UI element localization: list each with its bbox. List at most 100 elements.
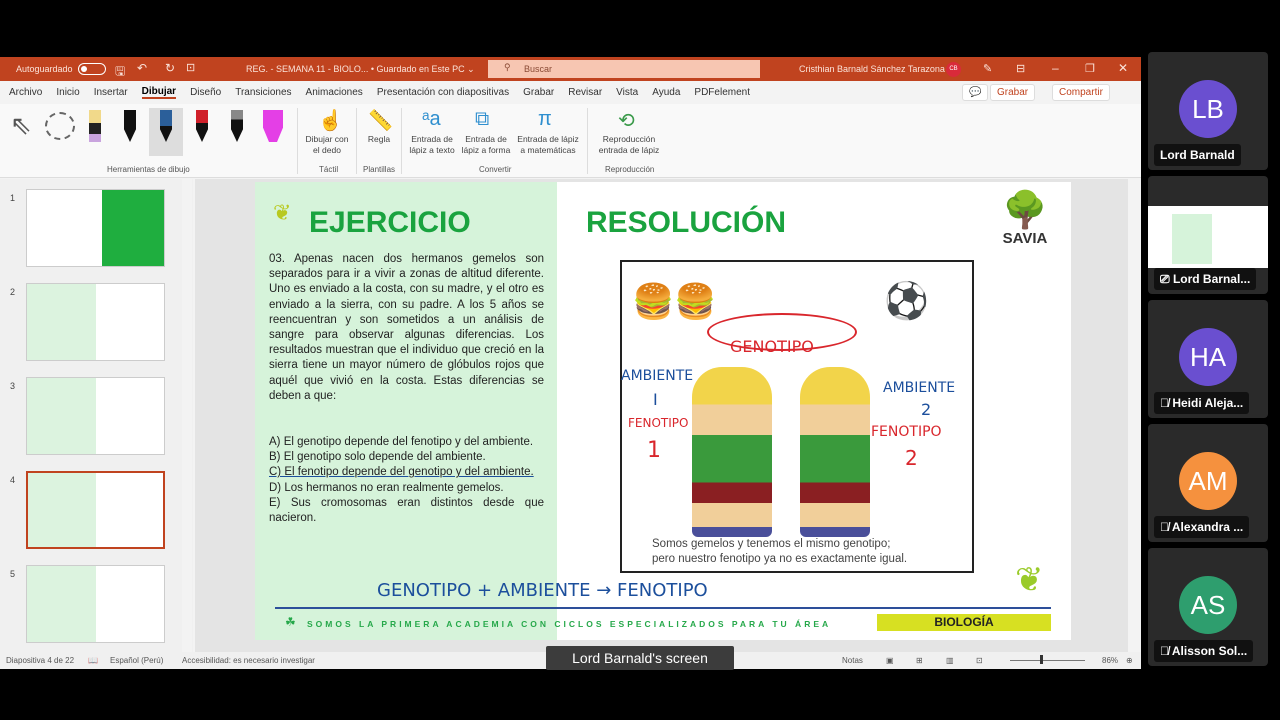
tab-dibujar[interactable]: Dibujar <box>141 86 177 99</box>
thumbnail-number: 3 <box>10 381 16 391</box>
highlighter-pink-icon[interactable] <box>263 110 283 142</box>
slideshow-icon[interactable]: ⊡ <box>976 656 983 665</box>
participant-name: Heidi Aleja... <box>1172 396 1244 410</box>
participant-tile[interactable]: AM 🎙̸ Alexandra ... <box>1148 424 1268 542</box>
slide-thumbnail[interactable] <box>26 565 165 643</box>
share-button[interactable]: Compartir <box>1052 84 1110 101</box>
minimize-icon[interactable]: – <box>1052 61 1059 75</box>
search-input[interactable]: ⚲ Buscar <box>488 60 760 78</box>
tab-diseo[interactable]: Diseño <box>190 87 221 98</box>
participant-tile[interactable]: LB Lord Barnald <box>1148 52 1268 170</box>
tab-pdfelement[interactable]: PDFelement <box>694 87 750 98</box>
ink-to-shape-button[interactable]: Entrada de lápiz a forma <box>459 134 513 156</box>
zoom-slider[interactable] <box>1010 660 1085 661</box>
slide-scrollbar[interactable] <box>1129 179 1139 653</box>
normal-view-icon[interactable]: ▣ <box>886 656 894 665</box>
zoom-slider-thumb[interactable] <box>1040 655 1043 664</box>
pen-icon[interactable]: ✎ <box>983 62 992 75</box>
select-arrow-icon[interactable]: ⇖ <box>10 110 32 141</box>
finger-icon[interactable]: ☝ <box>318 108 343 133</box>
pen-black-icon[interactable] <box>124 110 136 142</box>
tab-archivo[interactable]: Archivo <box>9 87 42 98</box>
thumbnail-number: 4 <box>10 475 16 485</box>
user-avatar[interactable]: CB <box>946 62 961 77</box>
tab-presentacincondiapositivas[interactable]: Presentación con diapositivas <box>377 87 509 98</box>
slide-sorter-icon[interactable]: ⊞ <box>916 656 923 665</box>
answer-options: A) El genotipo depende del fenotipo y de… <box>269 435 544 526</box>
slide-thumbnail[interactable] <box>26 471 165 549</box>
tab-grabar[interactable]: Grabar <box>523 87 554 98</box>
ink-to-math-icon[interactable]: π <box>538 108 552 131</box>
spellcheck-icon[interactable]: 📖 <box>88 656 98 665</box>
ink-to-text-button[interactable]: Entrada de lápiz a texto <box>405 134 459 156</box>
comment-button[interactable]: 💬 <box>962 84 989 101</box>
divider-line <box>275 607 1051 609</box>
undo-icon[interactable]: ↶ <box>137 61 147 75</box>
search-placeholder: Buscar <box>524 64 553 74</box>
group-label-tools: Herramientas de dibujo <box>107 165 190 174</box>
slide: ❦ EJERCICIO RESOLUCIÓN 🌳 SAVIA 03. Apena… <box>255 182 1071 640</box>
participant-tile[interactable]: ⎚ Lord Barnal... <box>1148 176 1268 294</box>
pen-blue-selected[interactable] <box>149 108 183 156</box>
slide-thumbnail[interactable] <box>26 189 165 267</box>
thumbnails-scrollbar[interactable] <box>182 179 192 653</box>
present-icon[interactable]: ⊡ <box>186 61 195 74</box>
ink-to-shape-icon[interactable]: ⧉ <box>475 108 489 131</box>
logo-text: SAVIA <box>1002 230 1048 247</box>
muted-mic-icon: 🎙̸ <box>1160 396 1173 410</box>
participant-name-tag: Lord Barnald <box>1154 144 1241 166</box>
tab-revisar[interactable]: Revisar <box>568 87 602 98</box>
slide-thumbnails-panel: 1 2 3 4 5 <box>0 179 193 653</box>
tab-insertar[interactable]: Insertar <box>94 87 128 98</box>
pen-red-icon[interactable] <box>196 110 208 142</box>
ruler-button[interactable]: Regla <box>360 134 398 145</box>
close-icon[interactable]: ✕ <box>1118 61 1128 75</box>
accessibility-status[interactable]: Accesibilidad: es necesario investigar <box>182 656 315 665</box>
highlighter-yellow-icon[interactable] <box>89 110 101 142</box>
tab-transiciones[interactable]: Transiciones <box>235 87 291 98</box>
option-b: B) El genotipo solo depende del ambiente… <box>269 451 486 464</box>
slide-thumbnail[interactable] <box>26 283 165 361</box>
exercise-title: EJERCICIO <box>309 206 471 239</box>
ink-to-text-icon[interactable]: ᵃa <box>422 108 441 131</box>
maximize-icon[interactable]: ❐ <box>1085 62 1095 75</box>
record-button[interactable]: Grabar <box>990 84 1036 101</box>
notes-button[interactable]: Notas <box>842 656 863 665</box>
ink-replay-button[interactable]: Reproducción entrada de lápiz <box>592 134 666 156</box>
participant-tile[interactable]: HA 🎙̸ Heidi Aleja... <box>1148 300 1268 418</box>
ruler-icon[interactable]: 📏 <box>368 108 393 133</box>
fit-slide-icon[interactable]: ⊕ <box>1126 656 1133 665</box>
slide-thumbnail[interactable] <box>26 377 165 455</box>
thumbnail-number: 5 <box>10 569 16 579</box>
group-label-touch: Táctil <box>319 165 339 174</box>
ink-ambiente-1: AMBIENTE <box>621 368 694 384</box>
tab-ayuda[interactable]: Ayuda <box>652 87 680 98</box>
autosave-toggle[interactable] <box>78 63 106 75</box>
illustration-caption: Somos gemelos y tenemos el mismo genotip… <box>652 537 907 567</box>
ink-fenotipo-1: FENOTIPO <box>628 416 689 430</box>
tab-vista[interactable]: Vista <box>616 87 638 98</box>
pencil-gray-icon[interactable] <box>231 110 243 142</box>
participant-avatar: AM <box>1179 452 1237 510</box>
ribbon-display-icon[interactable]: ⊟ <box>1016 62 1025 75</box>
document-title[interactable]: REG. - SEMANA 11 - BIOLO... • Guardado e… <box>246 64 475 75</box>
tab-animaciones[interactable]: Animaciones <box>306 87 363 98</box>
save-icon[interactable]: 🖫 <box>115 62 125 83</box>
participant-tile[interactable]: AS 🎙̸ Alisson Sol... <box>1148 548 1268 666</box>
ink-number-1: 1 <box>647 438 661 463</box>
language-indicator[interactable]: Español (Perú) <box>110 656 163 665</box>
ink-to-math-button[interactable]: Entrada de lápiz a matemáticas <box>514 134 582 156</box>
screen-share-label: Lord Barnald's screen <box>546 646 734 670</box>
zoom-level[interactable]: 86% <box>1102 656 1118 665</box>
ink-number-2: 2 <box>905 446 918 470</box>
lasso-icon[interactable] <box>45 112 75 140</box>
caption-line: Somos gemelos y tenemos el mismo genotip… <box>652 538 891 550</box>
participant-avatar: HA <box>1179 328 1237 386</box>
draw-with-finger-button[interactable]: Dibujar con el dedo <box>302 134 352 156</box>
muted-mic-icon: 🎙̸ <box>1160 644 1172 658</box>
redo-icon[interactable]: ↻ <box>165 61 175 75</box>
ink-replay-icon[interactable]: ⟲ <box>618 108 635 133</box>
tab-inicio[interactable]: Inicio <box>56 87 79 98</box>
muted-mic-icon: 🎙̸ <box>1160 520 1172 534</box>
reading-view-icon[interactable]: ▥ <box>946 656 954 665</box>
